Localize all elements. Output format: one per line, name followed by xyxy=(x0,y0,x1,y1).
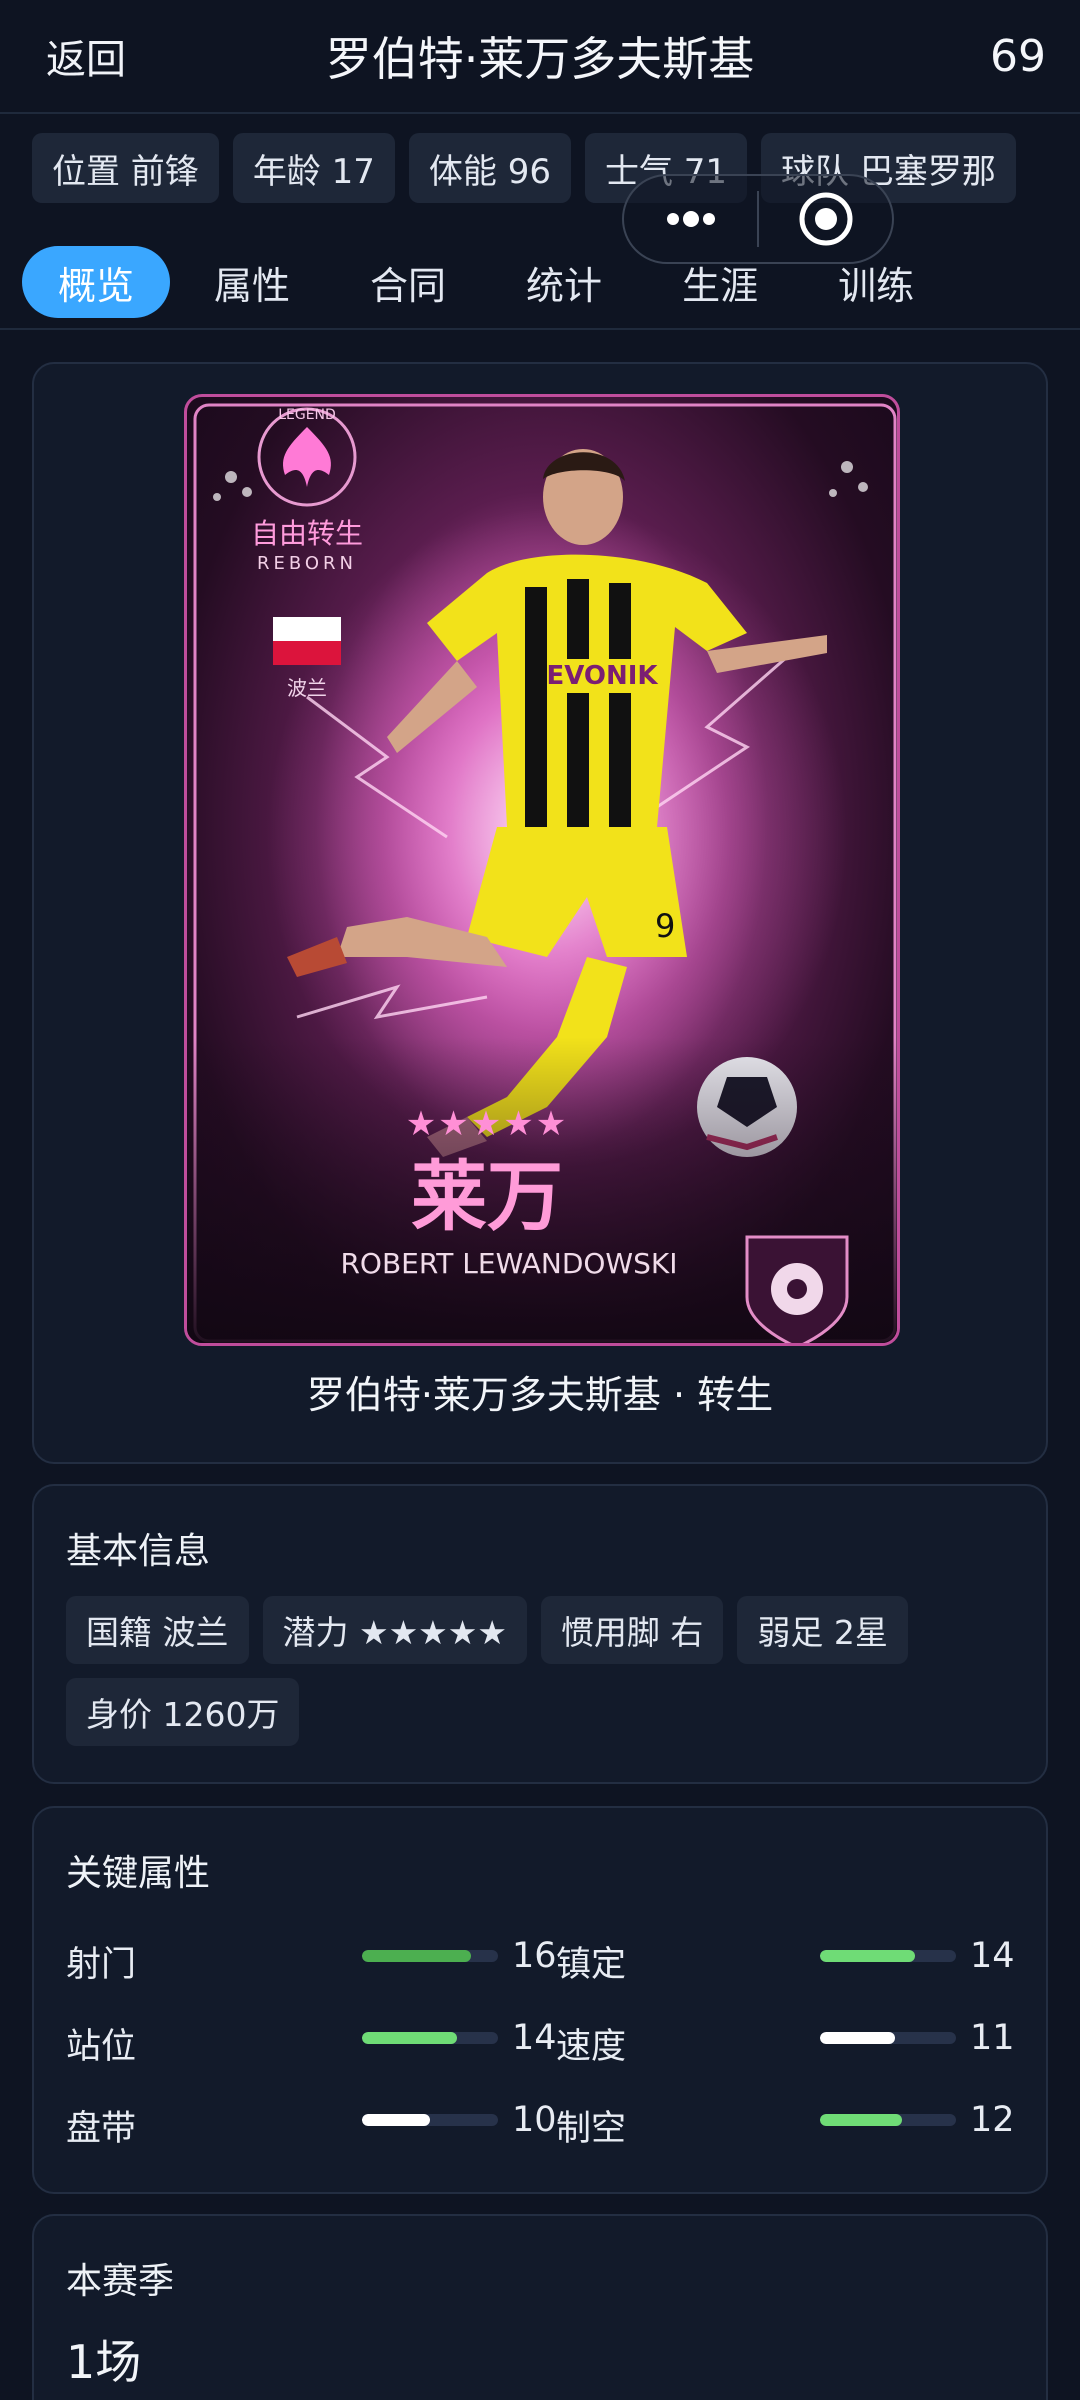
season-panel: 本赛季 1场 xyxy=(32,2214,1048,2400)
chip-age: 年龄 17 xyxy=(232,133,395,203)
attr-bar-fill xyxy=(362,2032,458,2044)
country-label: 波兰 xyxy=(287,676,327,700)
attr-name-left: 盘带 xyxy=(66,2109,137,2149)
card-artwork: LEGEND 自由转生 REBORN 波兰 EVONIK 9 ★★★★★ 莱万 … xyxy=(187,403,897,1343)
chip-position: 位置 前锋 xyxy=(32,133,219,203)
attr-value-right: 11 xyxy=(970,2018,1015,2058)
badge-cn-label: 自由转生 xyxy=(251,517,363,550)
tab-divider xyxy=(0,328,1080,330)
season-title: 本赛季 xyxy=(66,2261,175,2302)
tab-attributes[interactable]: 属性 xyxy=(178,246,326,318)
tab-overview[interactable]: 概览 xyxy=(22,246,171,318)
attr-value-left: 14 xyxy=(512,2018,557,2058)
back-button[interactable]: 返回 xyxy=(46,27,126,85)
tab-bar: 概览 属性 合同 统计 生涯 训练 xyxy=(22,245,1058,319)
top-bar: 返回 罗伯特·莱万多夫斯基 69 xyxy=(0,0,1080,114)
phoenix-badge-icon: LEGEND xyxy=(257,407,357,507)
attr-bar-fill xyxy=(820,1950,916,1962)
chip-market-value: 身价 1260万 xyxy=(66,1678,300,1746)
attr-bar-right xyxy=(820,2032,956,2044)
attr-bar-fill xyxy=(362,1950,471,1962)
card-full-name: ROBERT LEWANDOWSKI xyxy=(340,1247,677,1280)
key-attributes-panel: 关键属性 射门 16 镇定 14 站位 14 速度 11 盘带 10 制空 12 xyxy=(32,1806,1048,2194)
attr-value-left: 10 xyxy=(512,2100,557,2140)
basic-info-chips: 国籍 波兰 潜力 ★★★★★ 惯用脚 右 弱足 2星 身价 1260万 xyxy=(66,1596,1026,1746)
overall-rating: 69 xyxy=(990,30,1046,82)
chip-nationality: 国籍 波兰 xyxy=(66,1596,249,1664)
jersey-sponsor: EVONIK xyxy=(546,661,658,691)
basic-info-panel: 基本信息 国籍 波兰 潜力 ★★★★★ 惯用脚 右 弱足 2星 身价 1260万 xyxy=(32,1484,1048,1784)
attr-value-right: 14 xyxy=(970,1936,1015,1976)
attr-name-left: 站位 xyxy=(66,2027,137,2067)
more-dots-icon xyxy=(666,211,715,227)
attribute-row: 站位 14 速度 11 xyxy=(66,2010,1026,2067)
attr-bar-left xyxy=(362,2032,498,2044)
attr-bar-right xyxy=(820,2114,956,2126)
poland-flag-icon xyxy=(273,617,341,665)
attr-name-right: 镇定 xyxy=(556,1945,627,1985)
tab-career[interactable]: 生涯 xyxy=(646,246,794,318)
badge-en-label: REBORN xyxy=(257,553,357,574)
attr-bar-right xyxy=(820,1950,956,1962)
attr-value-right: 12 xyxy=(970,2100,1015,2140)
card-caption: 罗伯特·莱万多夫斯基 · 转生 xyxy=(306,1373,774,1417)
player-card-image[interactable]: LEGEND 自由转生 REBORN 波兰 EVONIK 9 ★★★★★ 莱万 … xyxy=(184,394,900,1346)
chip-potential: 潜力 ★★★★★ xyxy=(262,1596,527,1664)
target-icon xyxy=(799,192,852,246)
attr-bar-fill xyxy=(820,2114,902,2126)
chip-stamina: 体能 96 xyxy=(408,133,571,203)
attr-bar-left xyxy=(362,2114,498,2126)
attr-name-right: 速度 xyxy=(556,2027,627,2067)
attr-name-left: 射门 xyxy=(66,1945,137,1985)
card-stars: ★★★★★ xyxy=(406,1104,568,1144)
tab-contract[interactable]: 合同 xyxy=(334,246,482,318)
attr-bar-fill xyxy=(820,2032,895,2044)
basic-info-title: 基本信息 xyxy=(66,1531,211,1572)
player-card-panel: LEGEND 自由转生 REBORN 波兰 EVONIK 9 ★★★★★ 莱万 … xyxy=(32,362,1048,1464)
jersey-number: 9 xyxy=(655,907,675,945)
card-short-name: 莱万 xyxy=(411,1152,563,1241)
svg-text:LEGEND: LEGEND xyxy=(278,407,336,423)
attr-value-left: 16 xyxy=(512,1936,557,1976)
tab-training[interactable]: 训练 xyxy=(802,246,950,318)
chip-weak-foot: 弱足 2星 xyxy=(737,1596,908,1664)
chip-preferred-foot: 惯用脚 右 xyxy=(540,1596,724,1664)
attr-bar-left xyxy=(362,1950,498,1962)
attr-bar-fill xyxy=(362,2114,430,2126)
tab-stats[interactable]: 统计 xyxy=(490,246,638,318)
attribute-row: 盘带 10 制空 12 xyxy=(66,2092,1026,2149)
attribute-row: 射门 16 镇定 14 xyxy=(66,1928,1026,1985)
page-title: 罗伯特·莱万多夫斯基 xyxy=(325,32,755,86)
season-matches: 1场 xyxy=(66,2335,142,2389)
key-attributes-title: 关键属性 xyxy=(66,1853,211,1894)
attr-name-right: 制空 xyxy=(556,2109,627,2149)
